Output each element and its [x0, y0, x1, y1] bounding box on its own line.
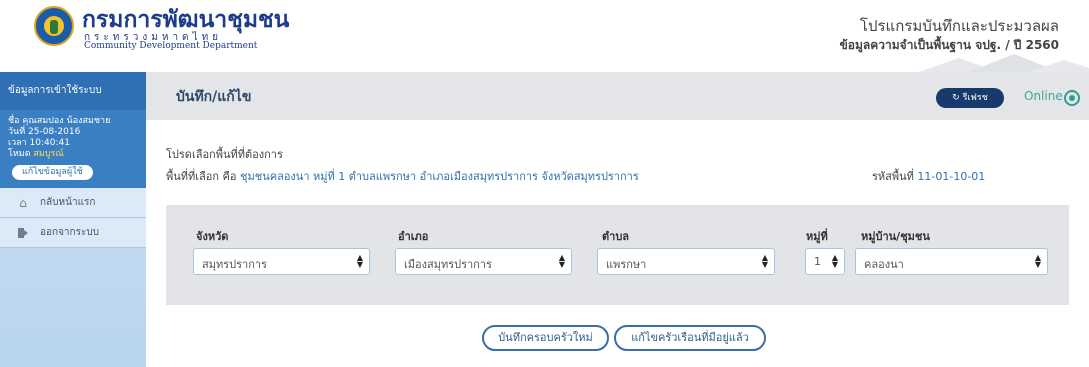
selection-prompt: โปรดเลือกพื้นที่ที่ต้องการ: [166, 148, 283, 161]
community-select[interactable]: คลองนา ▲ ▼: [855, 248, 1048, 275]
area-code-value: 11-01-10-01: [917, 170, 986, 183]
province-select[interactable]: สมุทรปราการ ▲ ▼: [193, 248, 370, 275]
village-no-select[interactable]: 1 ▲ ▼: [805, 248, 845, 275]
department-logo: [34, 6, 74, 46]
area-code-label: รหัสพื้นที่: [872, 170, 914, 183]
district-value: เมืองสมุทรปราการ: [404, 258, 492, 271]
refresh-label: รีเฟรช: [962, 93, 988, 103]
sidebar-item-home[interactable]: ⌂ กลับหน้าแรก: [0, 188, 146, 218]
edit-user-button[interactable]: แก้ไขข้อมูลผู้ใช้: [12, 165, 93, 180]
select-arrows-icon: ▲ ▼: [558, 253, 565, 269]
subdistrict-select[interactable]: แพรกษา ▲ ▼: [597, 248, 775, 275]
online-status-icon: [1064, 90, 1080, 106]
community-value: คลองนา: [864, 258, 904, 271]
mode-label: โหมด: [8, 149, 31, 159]
sidebar-item-label: ออกจากระบบ: [40, 227, 100, 238]
community-label: หมู่บ้าน/ชุมชน: [861, 230, 930, 243]
select-arrows-icon: ▲ ▼: [761, 253, 768, 269]
new-family-button[interactable]: บันทึกครอบครัวใหม่: [482, 325, 609, 351]
subdistrict-value: แพรกษา: [606, 258, 647, 271]
sidebar-heading: ข้อมูลการเข้าใช้ระบบ: [0, 72, 158, 110]
village-no-value: 1: [814, 255, 821, 268]
subdistrict-label: ตำบล: [602, 230, 630, 243]
house-roofs-decoration: [919, 54, 1089, 72]
district-label: อำเภอ: [398, 230, 429, 243]
sidebar-item-label: กลับหน้าแรก: [40, 197, 96, 208]
village-no-label: หมู่ที่: [806, 230, 828, 243]
select-arrows-icon: ▲ ▼: [356, 253, 363, 269]
select-arrows-icon: ▲ ▼: [831, 253, 838, 269]
district-select[interactable]: เมืองสมุทรปราการ ▲ ▼: [395, 248, 572, 275]
mode-value: สมบูรณ์: [33, 149, 64, 159]
login-date: วันที่ 25-08-2016: [8, 127, 81, 137]
logout-icon: [16, 226, 30, 240]
online-status-label: Online: [1024, 89, 1063, 103]
home-icon: ⌂: [19, 195, 27, 210]
sidebar: ข้อมูลการเข้าใช้ระบบ ชื่อ คุณสมปอง น้องส…: [0, 72, 158, 367]
selected-area-value: ชุมชนคลองนา หมู่ที่ 1 ตำบลแพรกษา อำเภอเม…: [240, 170, 639, 183]
sidebar-item-logout[interactable]: ออกจากระบบ: [0, 218, 146, 248]
org-english-name: Community Development Department: [84, 41, 258, 51]
toolbar: บันทึก/แก้ไข ↻ รีเฟรช Online: [146, 72, 1089, 120]
area-filter-panel: จังหวัด สมุทรปราการ ▲ ▼ อำเภอ เมืองสมุทรป…: [166, 205, 1069, 305]
area-code: รหัสพื้นที่ 11-01-10-01: [872, 167, 985, 185]
select-arrows-icon: ▲ ▼: [1034, 253, 1041, 269]
login-time: เวลา 10:40:41: [8, 138, 70, 148]
province-label: จังหวัด: [196, 230, 229, 243]
mode-line: โหมด สมบูรณ์: [8, 149, 138, 160]
refresh-icon: ↻: [952, 93, 960, 103]
user-info-panel: ชื่อ คุณสมปอง น้องสมชาย วันที่ 25-08-201…: [0, 110, 146, 188]
page-header: กรมการพัฒนาชุมชน กระทรวงมหาดไทย Communit…: [0, 0, 1089, 72]
selected-area-line: พื้นที่ที่เลือก คือ ชุมชนคลองนา หมู่ที่ …: [166, 167, 639, 185]
province-value: สมุทรปราการ: [202, 258, 267, 271]
edit-existing-household-button[interactable]: แก้ไขครัวเรือนที่มีอยู่แล้ว: [614, 325, 766, 351]
refresh-button[interactable]: ↻ รีเฟรช: [936, 88, 1004, 108]
user-name: ชื่อ คุณสมปอง น้องสมชาย: [8, 116, 111, 126]
app-title: โปรแกรมบันทึกและประมวลผล: [859, 17, 1059, 35]
page-title: บันทึก/แก้ไข: [176, 89, 252, 105]
selected-area-prefix: พื้นที่ที่เลือก คือ: [166, 170, 237, 183]
